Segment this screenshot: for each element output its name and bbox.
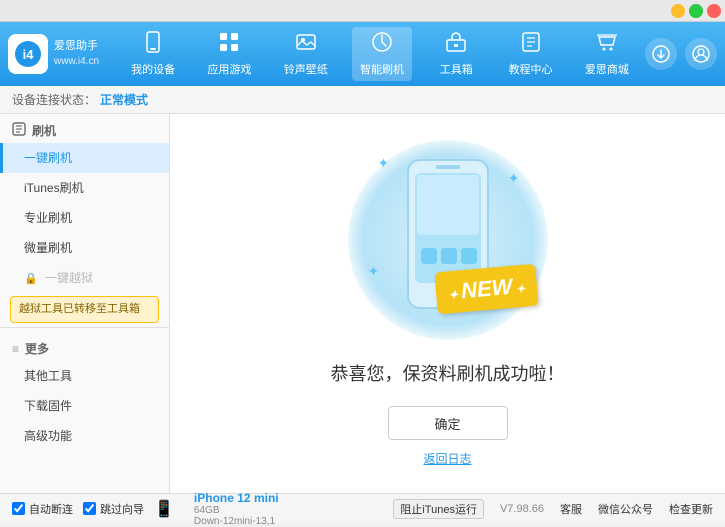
check-update-link[interactable]: 检查更新: [669, 501, 713, 517]
nav-items: 我的设备 应用游戏 铃声壁纸: [115, 27, 645, 81]
sidebar-item-jailbreak-disabled: 🔒 一键越狱: [0, 263, 169, 292]
nav-item-mydevice[interactable]: 我的设备: [123, 27, 183, 81]
nav-item-smartflash[interactable]: 智能刷机: [352, 27, 412, 81]
nav-item-wallpaper[interactable]: 铃声壁纸: [276, 27, 336, 81]
nav-item-tutorials[interactable]: 教程中心: [501, 27, 561, 81]
device-name: iPhone 12 mini: [194, 491, 279, 505]
skip-guide-label: 跳过向导: [100, 501, 144, 517]
nav-label-mall: 爱思商城: [585, 61, 629, 77]
nav-label-mydevice: 我的设备: [131, 61, 175, 77]
bottom-right: V7.98.66 客服 微信公众号 检查更新: [500, 501, 713, 517]
wallpaper-icon: [295, 31, 317, 59]
bottom-left: 自动断连 跳过向导 📱 iPhone 12 mini 64GB Down-12m…: [12, 491, 377, 527]
skip-guide-input[interactable]: [83, 502, 96, 515]
flash-section-label: 刷机: [32, 122, 56, 139]
status-label: 设备连接状态：: [12, 91, 96, 108]
itunes-status: 阻止iTunes运行: [393, 499, 484, 519]
sidebar-item-micro[interactable]: 微量刷机: [0, 233, 169, 263]
more-section-label: 更多: [25, 340, 49, 357]
content-area: ✦ ✦ ✦ NEW 恭喜您，保资料刷机成功啦！ 确定 返回日志: [170, 114, 725, 493]
close-button[interactable]: [707, 4, 721, 18]
sparkle-top-left: ✦: [378, 155, 390, 172]
skip-guide-checkbox[interactable]: 跳过向导: [83, 501, 144, 517]
version-text: V7.98.66: [500, 503, 544, 515]
sidebar-item-othertools[interactable]: 其他工具: [0, 361, 169, 391]
tutorials-icon: [520, 31, 542, 59]
apps-icon: [218, 31, 240, 59]
title-bar: [0, 0, 725, 22]
wechat-link[interactable]: 微信公众号: [598, 501, 653, 517]
notice-text: 越狱工具已转移至工具箱: [19, 302, 150, 317]
new-badge: NEW: [434, 264, 539, 315]
minimize-button[interactable]: [671, 4, 685, 18]
sidebar-item-advanced[interactable]: 高级功能: [0, 421, 169, 451]
more-section-icon: ≡: [12, 342, 19, 356]
sparkle-top-right: ✦: [508, 170, 520, 187]
device-phone-icon: 📱: [154, 499, 174, 519]
sidebar-section-flash: 刷机: [0, 114, 169, 143]
maximize-button[interactable]: [689, 4, 703, 18]
stop-itunes-button[interactable]: 阻止iTunes运行: [393, 499, 484, 519]
success-text: 恭喜您，保资料刷机成功啦！: [331, 360, 565, 386]
nav-label-smartflash: 智能刷机: [360, 61, 404, 77]
logo-icon: i4: [8, 34, 48, 74]
nav-right: [645, 38, 717, 70]
mall-icon: [596, 31, 618, 59]
top-navigation: i4 爱思助手 www.i4.cn 我的设备: [0, 22, 725, 86]
status-bar: 设备连接状态： 正常模式: [0, 86, 725, 114]
sidebar-notice: 越狱工具已转移至工具箱: [10, 296, 159, 323]
nav-item-mall[interactable]: 爱思商城: [577, 27, 637, 81]
nav-item-toolbox[interactable]: 工具箱: [428, 27, 484, 81]
download-button[interactable]: [645, 38, 677, 70]
main-layout: 刷机 一键刷机 iTunes刷机 专业刷机 微量刷机 🔒 一键越狱 越狱工具已转…: [0, 114, 725, 493]
flash-section-icon: [12, 122, 26, 139]
nav-label-toolbox: 工具箱: [440, 61, 473, 77]
bottom-bar: 自动断连 跳过向导 📱 iPhone 12 mini 64GB Down-12m…: [0, 493, 725, 523]
device-version: Down-12mini-13,1: [194, 516, 279, 527]
sidebar-item-onekey[interactable]: 一键刷机: [0, 143, 169, 173]
svg-text:i4: i4: [23, 47, 35, 62]
nav-label-wallpaper: 铃声壁纸: [284, 61, 328, 77]
confirm-button[interactable]: 确定: [388, 406, 508, 440]
sidebar-item-download[interactable]: 下载固件: [0, 391, 169, 421]
toolbox-icon: [445, 31, 467, 59]
nav-label-apps: 应用游戏: [207, 61, 251, 77]
device-info: iPhone 12 mini 64GB Down-12mini-13,1: [194, 491, 279, 527]
logo-text: 爱思助手 www.i4.cn: [54, 39, 99, 68]
success-illustration: ✦ ✦ ✦ NEW: [348, 140, 548, 340]
mydevice-icon: [142, 31, 164, 59]
sidebar-item-itunes[interactable]: iTunes刷机: [0, 173, 169, 203]
nav-label-tutorials: 教程中心: [509, 61, 553, 77]
smartflash-icon: [371, 31, 393, 59]
auto-disconnect-label: 自动断连: [29, 501, 73, 517]
device-storage: 64GB: [194, 505, 279, 516]
sidebar: 刷机 一键刷机 iTunes刷机 专业刷机 微量刷机 🔒 一键越狱 越狱工具已转…: [0, 114, 170, 493]
user-button[interactable]: [685, 38, 717, 70]
nav-item-apps[interactable]: 应用游戏: [199, 27, 259, 81]
logo-area: i4 爱思助手 www.i4.cn: [8, 34, 99, 74]
sidebar-section-more: ≡ 更多: [0, 332, 169, 361]
customer-service-link[interactable]: 客服: [560, 501, 582, 517]
auto-disconnect-checkbox[interactable]: 自动断连: [12, 501, 73, 517]
sparkle-bottom-left: ✦: [368, 263, 380, 280]
back-to-log-link[interactable]: 返回日志: [423, 450, 471, 467]
auto-disconnect-input[interactable]: [12, 502, 25, 515]
status-value: 正常模式: [100, 91, 148, 108]
lock-icon: 🔒: [24, 273, 38, 285]
sidebar-divider: [0, 327, 169, 328]
sidebar-item-pro[interactable]: 专业刷机: [0, 203, 169, 233]
